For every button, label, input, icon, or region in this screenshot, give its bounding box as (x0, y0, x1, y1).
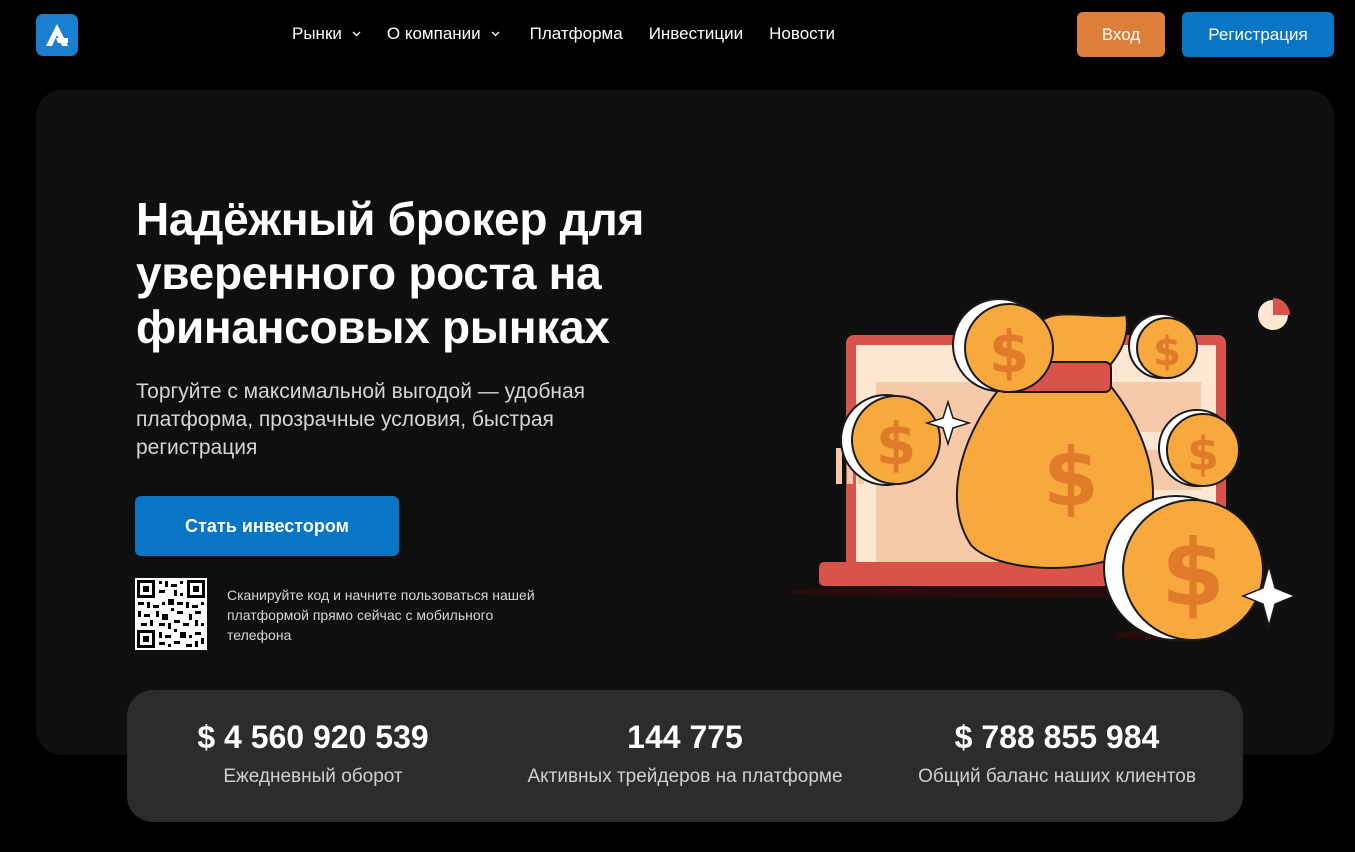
stat-value: $ 788 855 984 (954, 719, 1160, 755)
nav-item-about[interactable]: О компании (387, 24, 502, 44)
stat-value: 144 775 (627, 719, 743, 755)
stat-label: Ежедневный оборот (223, 766, 403, 787)
logo[interactable] (36, 14, 78, 56)
stat-value: $ 4 560 920 539 (197, 719, 429, 755)
nav-item-news[interactable]: Новости (769, 24, 835, 44)
stat-active-traders: 144 775 Активных трейдеров на платформе (499, 690, 871, 822)
qr-description: Сканируйте код и начните пользоваться на… (227, 587, 535, 643)
nav-label: Инвестиции (648, 24, 744, 43)
register-button[interactable]: Регистрация (1182, 12, 1334, 57)
svg-text:$: $ (989, 318, 1029, 386)
nav-label: О компании (386, 24, 481, 43)
chevron-down-icon (352, 31, 361, 37)
nav-label: Рынки (292, 24, 342, 43)
nav-label: Платформа (529, 24, 623, 43)
stats-panel: $ 4 560 920 539 Ежедневный оборот 144 77… (127, 690, 1243, 822)
stat-label: Общий баланс наших клиентов (918, 766, 1196, 787)
stat-label: Активных трейдеров на платформе (527, 766, 843, 787)
svg-text:$: $ (1153, 329, 1181, 375)
money-bag-illustration: $ $ $ $ $ $ (781, 210, 1301, 650)
nav-item-markets[interactable]: Рынки (292, 24, 363, 44)
qr-code-icon (135, 578, 207, 650)
svg-text:$: $ (876, 410, 916, 478)
chevron-down-icon (491, 31, 500, 37)
nav-item-platform[interactable]: Платформа (530, 24, 623, 44)
become-investor-button[interactable]: Стать инвестором (135, 496, 399, 556)
nav-item-investments[interactable]: Инвестиции (649, 24, 743, 44)
nav-label: Новости (769, 24, 835, 43)
svg-text:$: $ (1187, 427, 1219, 481)
stat-daily-turnover: $ 4 560 920 539 Ежедневный оборот (127, 690, 499, 822)
svg-text:$: $ (1043, 431, 1099, 524)
hero-title: Надёжный брокер для уверенного роста на … (136, 193, 644, 353)
stat-total-balance: $ 788 855 984 Общий баланс наших клиенто… (871, 690, 1243, 822)
hero-subtitle: Торгуйте с максимальной выгодой — удобна… (136, 380, 585, 459)
hero-section: Надёжный брокер для уверенного роста на … (36, 90, 1334, 755)
brand-a-icon (46, 24, 68, 46)
login-button[interactable]: Вход (1077, 12, 1165, 57)
main-nav: Рынки О компании Платформа Инвестиции Но… (292, 22, 835, 46)
svg-text:$: $ (1161, 520, 1225, 627)
